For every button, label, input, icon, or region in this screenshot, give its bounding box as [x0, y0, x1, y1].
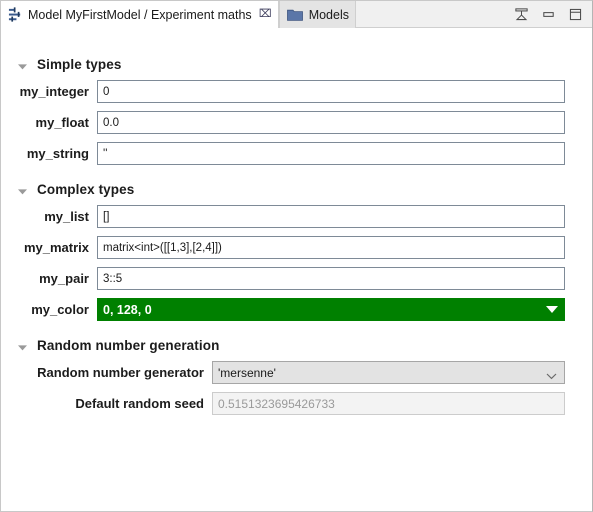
tab-model-experiment[interactable]: Model MyFirstModel / Experiment maths ⌧ — [1, 1, 279, 28]
random-number-generator-select[interactable]: 'mersenne' — [212, 361, 565, 384]
sliders-icon — [8, 7, 23, 22]
row-label: Default random seed — [75, 396, 204, 411]
row-my-list: my_list [] — [1, 204, 592, 229]
row-my-integer: my_integer 0 — [1, 79, 592, 104]
my-string-input[interactable]: '' — [97, 142, 565, 165]
row-label: my_color — [31, 302, 89, 317]
parameters-panel: Simple types my_integer 0 my_float 0.0 m… — [1, 28, 592, 511]
my-integer-input[interactable]: 0 — [97, 80, 565, 103]
section-header-simple-types[interactable]: Simple types — [17, 53, 592, 75]
section-title: Simple types — [37, 56, 122, 72]
my-color-value: 0, 128, 0 — [103, 302, 152, 317]
row-label: my_float — [35, 115, 89, 130]
row-default-random-seed: Default random seed 0.5151323695426733 — [1, 391, 592, 416]
row-my-float: my_float 0.0 — [1, 110, 592, 135]
tab-models[interactable]: Models — [278, 1, 356, 28]
editor-window: Model MyFirstModel / Experiment maths ⌧ … — [0, 0, 593, 512]
row-my-pair: my_pair 3::5 — [1, 266, 592, 291]
row-label: my_integer — [19, 84, 89, 99]
minimize-button[interactable] — [541, 7, 556, 22]
row-label: my_matrix — [23, 240, 89, 255]
section-header-complex-types[interactable]: Complex types — [17, 178, 592, 200]
tab-label: Models — [308, 7, 349, 22]
window-controls — [508, 1, 592, 27]
row-my-string: my_string '' — [1, 141, 592, 166]
section-header-random-number-generation[interactable]: Random number generation — [17, 334, 592, 356]
restore-view-button[interactable] — [514, 7, 529, 22]
section-title: Random number generation — [37, 337, 220, 353]
row-label: my_list — [44, 209, 89, 224]
chevron-down-icon[interactable] — [17, 340, 28, 351]
default-random-seed-input: 0.5151323695426733 — [212, 392, 565, 415]
random-number-generator-value: 'mersenne' — [218, 365, 276, 380]
folder-icon — [286, 8, 303, 22]
tab-bar-filler — [355, 1, 508, 27]
my-color-picker[interactable]: 0, 128, 0 — [97, 298, 565, 321]
row-label: Random number generator — [37, 365, 204, 380]
my-float-input[interactable]: 0.0 — [97, 111, 565, 134]
row-label: my_string — [26, 146, 89, 161]
tab-close-icon[interactable]: ⌧ — [259, 8, 272, 21]
my-list-input[interactable]: [] — [97, 205, 565, 228]
chevron-down-icon[interactable] — [17, 184, 28, 195]
chevron-down-icon[interactable] — [546, 369, 557, 379]
row-label: my_pair — [39, 271, 89, 286]
chevron-down-icon[interactable] — [17, 59, 28, 70]
maximize-button[interactable] — [568, 7, 583, 22]
row-random-number-generator: Random number generator 'mersenne' — [1, 360, 592, 385]
row-my-color: my_color 0, 128, 0 — [1, 297, 592, 322]
row-my-matrix: my_matrix matrix<int>([[1,3],[2,4]]) — [1, 235, 592, 260]
my-pair-input[interactable]: 3::5 — [97, 267, 565, 290]
caret-down-icon[interactable] — [546, 306, 558, 313]
section-title: Complex types — [37, 181, 135, 197]
tab-label: Model MyFirstModel / Experiment maths — [28, 7, 252, 22]
tab-bar: Model MyFirstModel / Experiment maths ⌧ … — [1, 1, 592, 28]
my-matrix-input[interactable]: matrix<int>([[1,3],[2,4]]) — [97, 236, 565, 259]
